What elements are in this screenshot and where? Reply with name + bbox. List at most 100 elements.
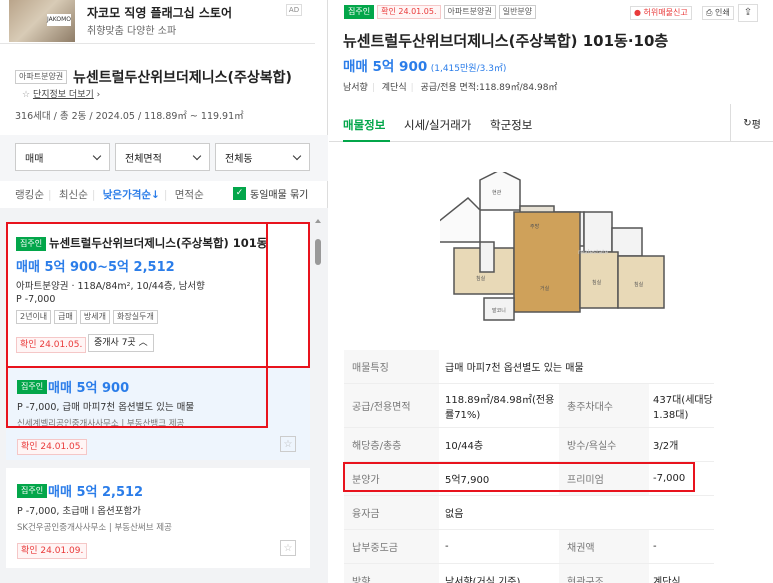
confirm-date-tag: 확인 24.01.05. [17, 439, 88, 455]
detail-value: 급매 마피7천 옵션별도 있는 매물 [445, 363, 584, 374]
scrollbar[interactable] [313, 215, 323, 583]
scrollbar-thumb[interactable] [315, 239, 321, 265]
detail-value: 계단식 [653, 577, 681, 583]
checkbox-checked-icon: ✓ [233, 187, 246, 200]
ad-corner-icon[interactable]: AD [286, 4, 302, 16]
detail-label: 납부중도금 [344, 530, 439, 563]
agent-listing[interactable]: 집주인 매매 5억 2,512 P -7,000, 초급매 l 옵션포함가 SK… [6, 468, 310, 568]
siren-icon: ● [634, 8, 641, 17]
price-main: 매매 5억 900 [343, 59, 428, 75]
sale-type-tag: 일반분양 [498, 5, 537, 19]
store-thumbnail: JAKOMO [9, 0, 75, 42]
print-button[interactable]: ⎙ 인쇄 [702, 6, 734, 20]
tab-listing-info[interactable]: 매물정보 [343, 117, 385, 133]
feature-tag: 급매 [54, 310, 77, 324]
owner-badge: 집주인 [17, 484, 48, 498]
floor-plan[interactable]: 현관 주방 침실 거실 침실 침실 발코니 realestate [437, 169, 680, 332]
detail-label: 융자금 [344, 496, 439, 529]
sort-latest[interactable]: 최신순 [59, 189, 88, 201]
svg-text:침실: 침실 [592, 279, 602, 286]
star-icon[interactable]: ☆ [280, 540, 296, 556]
report-label: 허위매물신고 [643, 8, 688, 17]
complex-info-label: 단지정보 더보기 [32, 90, 94, 100]
detail-label: 분양가 [344, 462, 439, 495]
deal-type-value: 매매 [25, 153, 44, 165]
agents-toggle[interactable]: 중개사 7곳 ︿ [88, 334, 154, 352]
detail-row: 분양가 5억7,900 프리미엄 -7,000 [344, 462, 714, 496]
scroll-up-arrow-icon[interactable] [315, 219, 321, 223]
meta-area: 공급/전용 면적:118.89㎡/84.98㎡ [420, 83, 558, 93]
owner-badge: 집주인 [16, 237, 47, 251]
tab-school-info[interactable]: 학군정보 [490, 117, 532, 133]
report-button[interactable]: ● 허위매물신고 [630, 6, 692, 20]
complex-info-link[interactable]: ☆ 단지정보 더보기 › [22, 87, 100, 100]
meta-structure: 계단식 [381, 83, 407, 93]
chevron-down-icon [192, 151, 202, 160]
group-same-listings[interactable]: ✓ 동일매물 묶기 [233, 186, 308, 201]
card-price: 매매 5억 900~5억 2,512 [16, 260, 175, 275]
svg-text:거실: 거실 [540, 285, 550, 292]
store-title: 자코모 직영 플래그십 스토어 [87, 6, 233, 20]
detail-badges: 집주인 확인 24.01.05. 아파트분양권 일반분양 [344, 5, 537, 19]
sort-bar: 랭킹순 | 최신순 | 낮은가격순↓ | 면적순 [15, 189, 204, 201]
svg-text:주방: 주방 [530, 223, 540, 230]
card-desc: P -7,000, 초급매 l 옵션포함가 [17, 506, 142, 517]
area-select[interactable]: 전체면적 [115, 143, 210, 171]
detail-value: 3/2개 [653, 441, 679, 452]
tab-price-history[interactable]: 시세/실거래가 [404, 117, 471, 133]
share-button[interactable]: ⇪ [738, 4, 758, 22]
feature-tag: 화장실두개 [113, 310, 158, 324]
detail-price: 매매 5억 900 (1,415만원/3.3㎡) [343, 55, 506, 75]
dong-select[interactable]: 전체동 [215, 143, 310, 171]
dong-value: 전체동 [225, 153, 253, 165]
detail-label: 해당층/총층 [344, 428, 439, 461]
unit-label: 평 [751, 119, 761, 131]
detail-label: 방수/욕실수 [559, 428, 649, 461]
store-logo: JAKOMO [47, 14, 71, 26]
card-desc: P -7,000, 급매 마피7천 옵션별도 있는 매물 [17, 402, 195, 413]
detail-label: 프리미엄 [559, 462, 649, 495]
deal-type-select[interactable]: 매매 [15, 143, 110, 171]
confirm-date-tag: 확인 24.01.05. [16, 337, 87, 353]
listing-name: 뉴센트럴두산위브더제니스(주상복합) [73, 70, 292, 86]
card-premium: P -7,000 [16, 294, 56, 305]
detail-label: 현관구조 [559, 564, 649, 583]
sort-area[interactable]: 면적순 [175, 189, 204, 201]
detail-row: 납부중도금 - 채권액 - [344, 530, 714, 564]
detail-value: 10/44층 [445, 441, 484, 452]
feature-tag: 2년이내 [16, 310, 52, 324]
sort-lowest-price[interactable]: 낮은가격순↓ [103, 189, 160, 201]
card-price: 매매 5억 2,512 [48, 485, 144, 500]
agent-listing[interactable]: 집주인 매매 5억 900 P -7,000, 급매 마피7천 옵션별도 있는 … [6, 368, 310, 460]
price-per-area: (1,415만원/3.3㎡) [430, 64, 507, 74]
floor-plan-watermark: realestate [578, 249, 609, 256]
detail-row: 해당층/총층 10/44층 방수/욕실수 3/2개 [344, 428, 714, 462]
detail-row: 공급/전용면적 118.89㎡/84.98㎡(전용률71%) 총주차대수 437대(세… [344, 384, 714, 428]
detail-label: 채권액 [559, 530, 649, 563]
feature-tag: 방세개 [79, 310, 110, 324]
unit-toggle[interactable]: ↻ 평 [730, 104, 773, 142]
chevron-down-icon [92, 151, 102, 160]
print-label: 인쇄 [714, 8, 730, 17]
store-ad[interactable]: JAKOMO 자코모 직영 플래그십 스토어 취향맞춤 다양한 소파 AD [0, 0, 315, 44]
area-value: 전체면적 [125, 153, 162, 165]
listing-summary: 316세대 / 총 2동 / 2024.05 / 118.89㎡ ~ 119.9… [15, 111, 244, 122]
owner-badge: 집주인 [344, 5, 375, 19]
card-provider: 신세계벨리공인중개사사무소 | 부동산뱅크 제공 [17, 419, 185, 429]
sort-ranking[interactable]: 랭킹순 [15, 189, 44, 201]
share-icon: ⇪ [743, 7, 753, 18]
chevron-down-icon [292, 151, 302, 160]
detail-value: 5억7,900 [445, 475, 490, 486]
svg-text:발코니: 발코니 [492, 307, 506, 314]
tab-underline [343, 140, 390, 142]
star-outline-icon: ☆ [22, 90, 31, 100]
confirm-date-tag: 확인 24.01.05. [377, 5, 441, 19]
confirm-date-tag: 확인 24.01.09. [17, 543, 88, 559]
detail-row: 융자금 없음 [344, 496, 714, 530]
card-spec: 아파트분양권 · 118A/84m², 10/44층, 남서향 [16, 281, 205, 292]
detail-meta: 남서향 | 계단식 | 공급/전용 면적:118.89㎡/84.98㎡ [343, 83, 558, 93]
owner-badge: 집주인 [17, 380, 48, 394]
detail-label: 방향 [344, 564, 439, 583]
listing-card[interactable]: 집주인 뉴센트럴두산위브더제니스(주상복합) 101동 매매 5억 900~5억… [6, 222, 310, 368]
star-icon[interactable]: ☆ [280, 436, 296, 452]
